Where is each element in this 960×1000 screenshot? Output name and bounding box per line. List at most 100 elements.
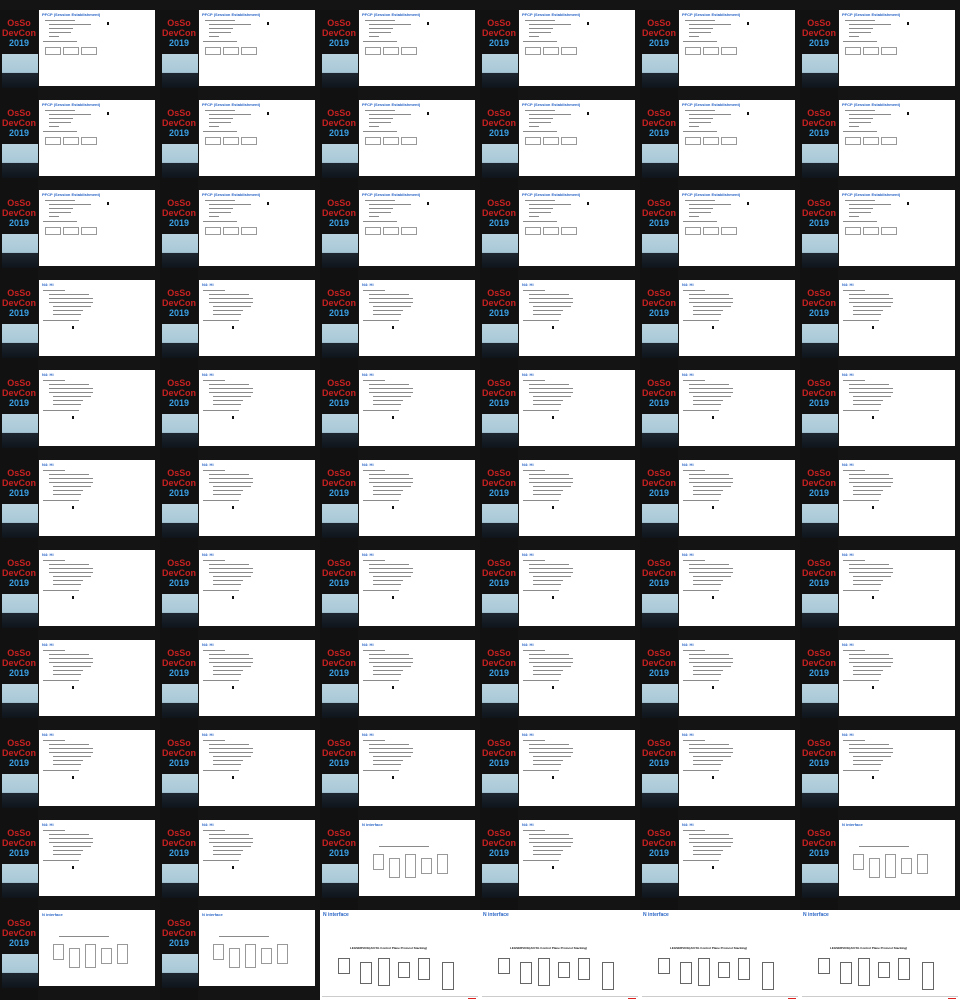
slide-preview: N4: Hi (519, 550, 635, 626)
video-thumbnail[interactable]: N interface LEGSERVICE(AN 5G Control Plan… (320, 910, 480, 1000)
video-thumbnail[interactable]: OsSo DevCon 2019 N4: Hi (640, 370, 800, 460)
video-thumbnail[interactable]: OsSo DevCon 2019 N4: Hi (480, 370, 640, 460)
video-thumbnail[interactable]: OsSo DevCon 2019 N interface (160, 910, 320, 1000)
text-line (689, 216, 699, 217)
video-thumbnail[interactable]: OsSo DevCon 2019 PFCP (Session Establishmen… (480, 190, 640, 280)
video-thumbnail[interactable]: OsSo DevCon 2019 N4: Hi (800, 550, 960, 640)
video-thumbnail[interactable]: OsSo DevCon 2019 PFCP (Session Establishmen… (480, 10, 640, 100)
text-line (373, 494, 401, 495)
video-thumbnail[interactable]: OsSo DevCon 2019 N4: Hi (160, 460, 320, 550)
logo-text-year: 2019 (328, 218, 350, 228)
video-thumbnail[interactable]: OsSo DevCon 2019 PFCP (Session Establishmen… (640, 100, 800, 190)
video-thumbnail[interactable]: OsSo DevCon 2019 N4: Hi (800, 640, 960, 730)
diagram-title (59, 936, 109, 937)
text-line (49, 654, 89, 655)
text-line (853, 404, 881, 405)
video-thumbnail[interactable]: OsSo DevCon 2019 N4: Hi (480, 550, 640, 640)
text-line (205, 20, 235, 21)
video-thumbnail[interactable]: OsSo DevCon 2019 N4: Hi (640, 640, 800, 730)
video-thumbnail[interactable]: OsSo DevCon 2019 PFCP (Session Establishmen… (640, 10, 800, 100)
text-line (369, 294, 409, 295)
video-thumbnail[interactable]: OsSo DevCon 2019 N4: Hi (800, 370, 960, 460)
video-thumbnail[interactable]: OsSo DevCon 2019 N4: Hi (800, 460, 960, 550)
video-thumbnail[interactable]: OsSo DevCon 2019 PFCP (Session Establishmen… (320, 100, 480, 190)
text-line (853, 670, 883, 671)
video-thumbnail[interactable]: OsSo DevCon 2019 N4: Hi (0, 280, 160, 370)
video-thumbnail[interactable]: OsSo DevCon 2019 N interface (320, 820, 480, 910)
video-thumbnail[interactable]: OsSo DevCon 2019 PFCP (Session Establishmen… (320, 10, 480, 100)
text-line (363, 500, 399, 501)
video-thumbnail[interactable]: OsSo DevCon 2019 N interface (800, 820, 960, 910)
video-thumbnail[interactable]: OsSo DevCon 2019 N4: Hi (320, 730, 480, 820)
video-thumbnail[interactable]: OsSo DevCon 2019 N4: Hi (160, 640, 320, 730)
video-thumbnail[interactable]: OsSo DevCon 2019 N4: Hi (160, 370, 320, 460)
logo-text-line1: OsSo (167, 378, 191, 388)
video-thumbnail[interactable]: OsSo DevCon 2019 N4: Hi (160, 730, 320, 820)
text-line (529, 572, 573, 573)
video-thumbnail[interactable]: OsSo DevCon 2019 N4: Hi (480, 730, 640, 820)
video-thumbnail[interactable]: OsSo DevCon 2019 N4: Hi (640, 460, 800, 550)
diagram-title (219, 936, 269, 937)
text-line (49, 572, 93, 573)
video-thumbnail[interactable]: OsSo DevCon 2019 PFCP (Session Establishmen… (640, 190, 800, 280)
video-thumbnail[interactable]: OsSo DevCon 2019 N4: Hi (0, 370, 160, 460)
text-line (49, 834, 89, 835)
text-line (209, 122, 231, 123)
video-thumbnail[interactable]: OsSo DevCon 2019 PFCP (Session Establishmen… (800, 100, 960, 190)
video-thumbnail[interactable]: OsSo DevCon 2019 PFCP (Session Establishmen… (0, 100, 160, 190)
video-thumbnail[interactable]: OsSo DevCon 2019 N4: Hi (160, 550, 320, 640)
video-thumbnail[interactable]: OsSo DevCon 2019 N4: Hi (0, 640, 160, 730)
webcam-feed (162, 504, 198, 538)
video-thumbnail[interactable]: OsSo DevCon 2019 N4: Hi (480, 460, 640, 550)
video-thumbnail[interactable]: OsSo DevCon 2019 N4: Hi (320, 460, 480, 550)
presenter-panel: OsSo DevCon 2019 (640, 370, 678, 460)
slide-preview: PFCP (Session Establishment) (359, 10, 475, 86)
video-thumbnail[interactable]: OsSo DevCon 2019 N4: Hi (480, 640, 640, 730)
video-thumbnail[interactable]: OsSo DevCon 2019 PFCP (Session Establishmen… (0, 190, 160, 280)
logo-text-line1: OsSo (167, 288, 191, 298)
video-thumbnail[interactable]: OsSo DevCon 2019 N4: Hi (800, 280, 960, 370)
presenter-panel: OsSo DevCon 2019 (0, 550, 38, 640)
video-thumbnail[interactable]: N interface LEGSERVICE(AN 5G Control Plan… (800, 910, 960, 1000)
text-line (209, 568, 253, 569)
video-thumbnail[interactable]: OsSo DevCon 2019 N4: Hi (160, 820, 320, 910)
mouse-cursor (72, 416, 74, 419)
conference-logo: OsSo DevCon 2019 (800, 468, 838, 498)
video-thumbnail[interactable]: OsSo DevCon 2019 N4: Hi (640, 730, 800, 820)
video-thumbnail[interactable]: OsSo DevCon 2019 PFCP (Session Establishmen… (160, 190, 320, 280)
video-thumbnail[interactable]: OsSo DevCon 2019 N4: Hi (640, 280, 800, 370)
video-thumbnail[interactable]: OsSo DevCon 2019 N4: Hi (0, 550, 160, 640)
video-thumbnail[interactable]: OsSo DevCon 2019 N4: Hi (800, 730, 960, 820)
video-thumbnail[interactable]: OsSo DevCon 2019 PFCP (Session Establishmen… (320, 190, 480, 280)
slide-preview: N4: Hi (839, 370, 955, 446)
video-thumbnail[interactable]: OsSo DevCon 2019 PFCP (Session Establishmen… (0, 10, 160, 100)
text-line (53, 846, 91, 847)
webcam-feed (162, 144, 198, 178)
video-thumbnail[interactable]: OsSo DevCon 2019 PFCP (Session Establishmen… (160, 100, 320, 190)
video-thumbnail[interactable]: OsSo DevCon 2019 N4: Hi (0, 460, 160, 550)
video-thumbnail[interactable]: OsSo DevCon 2019 N4: Hi (640, 820, 800, 910)
video-thumbnail[interactable]: OsSo DevCon 2019 PFCP (Session Establishmen… (160, 10, 320, 100)
video-thumbnail[interactable]: OsSo DevCon 2019 N4: Hi (0, 820, 160, 910)
video-thumbnail[interactable]: OsSo DevCon 2019 N4: Hi (480, 820, 640, 910)
video-thumbnail[interactable]: N interface LEGSERVICE(AN 5G Control Plan… (640, 910, 800, 1000)
video-thumbnail[interactable]: OsSo DevCon 2019 PFCP (Session Establishmen… (480, 100, 640, 190)
video-thumbnail[interactable]: N interface LEGSERVICE(AN 5G Control Plan… (480, 910, 640, 1000)
video-thumbnail[interactable]: OsSo DevCon 2019 N4: Hi (320, 370, 480, 460)
video-thumbnail[interactable]: OsSo DevCon 2019 N4: Hi (640, 550, 800, 640)
text-line (529, 28, 553, 29)
video-thumbnail[interactable]: OsSo DevCon 2019 N4: Hi (320, 640, 480, 730)
logo-text-line2: DevCon (161, 118, 196, 128)
video-thumbnail[interactable]: OsSo DevCon 2019 N interface (0, 910, 160, 1000)
video-thumbnail[interactable]: OsSo DevCon 2019 PFCP (Session Establishmen… (800, 10, 960, 100)
video-thumbnail[interactable]: OsSo DevCon 2019 N4: Hi (320, 550, 480, 640)
logo-text-line2: DevCon (1, 838, 36, 848)
slide-preview: N4: Hi (359, 730, 475, 806)
text-line (693, 486, 731, 487)
video-thumbnail[interactable]: OsSo DevCon 2019 N4: Hi (160, 280, 320, 370)
video-thumbnail[interactable]: OsSo DevCon 2019 N4: Hi (480, 280, 640, 370)
video-thumbnail[interactable]: OsSo DevCon 2019 PFCP (Session Establishmen… (800, 190, 960, 280)
video-thumbnail[interactable]: OsSo DevCon 2019 N4: Hi (0, 730, 160, 820)
protocol-stack-column (762, 962, 774, 990)
video-thumbnail[interactable]: OsSo DevCon 2019 N4: Hi (320, 280, 480, 370)
